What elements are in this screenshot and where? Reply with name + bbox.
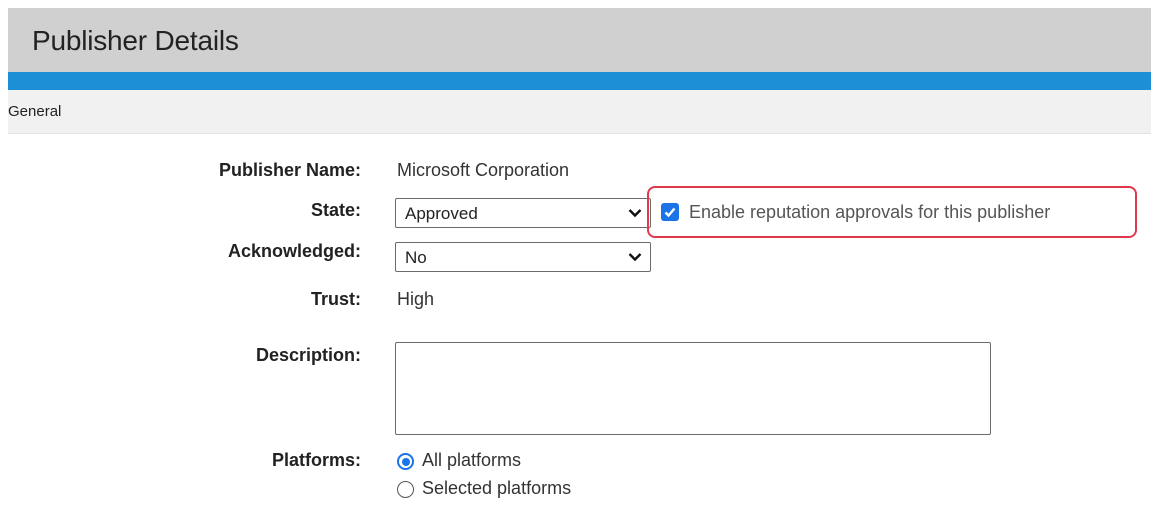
state-label: State: — [310, 200, 361, 220]
chevron-down-icon — [628, 209, 642, 218]
acknowledged-label: Acknowledged: — [227, 241, 361, 261]
acknowledged-select[interactable]: No — [395, 242, 651, 272]
acknowledged-select-value: No — [405, 248, 427, 267]
trust-label: Trust: — [310, 289, 361, 309]
description-textarea[interactable] — [395, 342, 991, 435]
reputation-checkbox[interactable] — [661, 203, 679, 221]
state-select[interactable]: Approved — [395, 198, 651, 228]
radio-selected-platforms-label[interactable]: Selected platforms — [422, 478, 571, 499]
accent-bar — [8, 72, 1151, 90]
tab-bar: General — [8, 90, 1151, 134]
platforms-label: Platforms: — [271, 450, 361, 470]
page-header: Publisher Details — [8, 8, 1151, 72]
chevron-down-icon — [628, 253, 642, 262]
reputation-checkbox-label[interactable]: Enable reputation approvals for this pub… — [689, 202, 1050, 223]
checkmark-icon — [664, 207, 676, 218]
radio-selected-platforms[interactable] — [397, 481, 414, 498]
page-title: Publisher Details — [32, 25, 239, 56]
radio-all-platforms-label[interactable]: All platforms — [422, 450, 521, 471]
description-label: Description: — [255, 345, 361, 365]
publisher-name-value: Microsoft Corporation — [397, 160, 570, 180]
state-select-value: Approved — [405, 204, 478, 223]
trust-value: High — [397, 289, 435, 309]
radio-all-platforms[interactable] — [397, 453, 414, 470]
tab-general[interactable]: General — [8, 103, 61, 120]
publisher-name-label: Publisher Name: — [218, 160, 361, 180]
